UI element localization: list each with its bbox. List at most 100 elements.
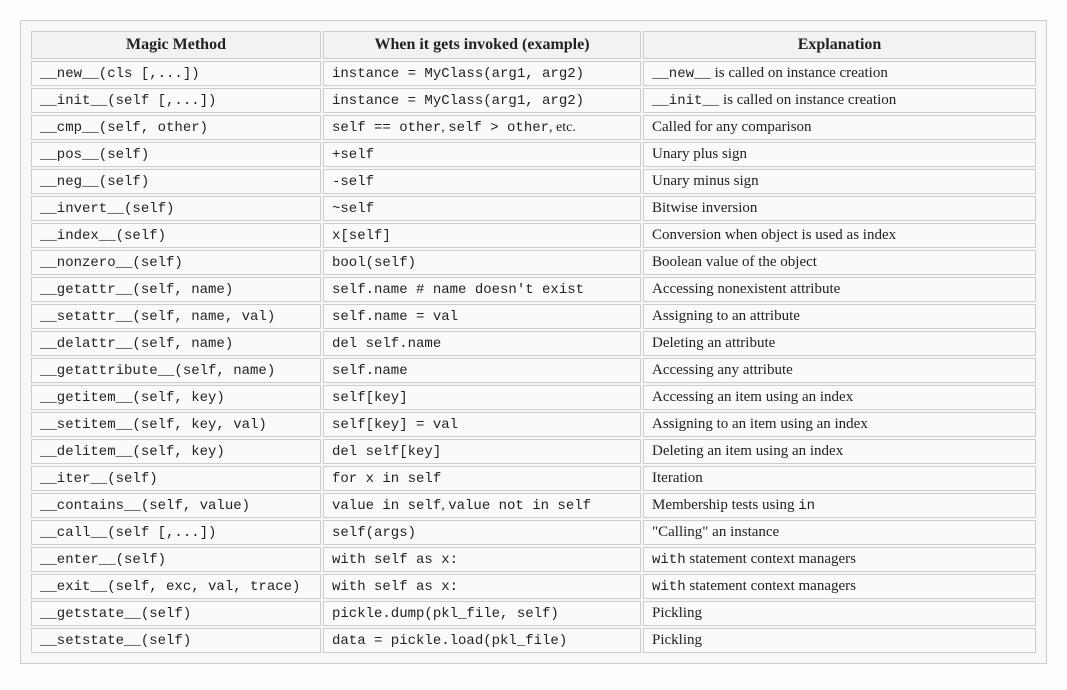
method-cell: __getattr__(self, name) [31, 277, 321, 302]
explain-cell: "Calling" an instance [643, 520, 1036, 545]
method-cell: __iter__(self) [31, 466, 321, 491]
table-row: __getitem__(self, key)self[key]Accessing… [31, 385, 1036, 410]
method-cell: __setitem__(self, key, val) [31, 412, 321, 437]
invoked-cell: self.name = val [323, 304, 641, 329]
inline-text: Assigning to an attribute [652, 308, 800, 324]
inline-code: del self[key] [332, 444, 441, 460]
invoked-cell: pickle.dump(pkl_file, self) [323, 601, 641, 626]
inline-text: Deleting an attribute [652, 335, 775, 351]
table-row: __contains__(self, value)value in self, … [31, 493, 1036, 518]
invoked-cell: self == other, self > other, etc. [323, 115, 641, 140]
inline-code: instance = MyClass(arg1, arg2) [332, 66, 584, 82]
method-cell: __setattr__(self, name, val) [31, 304, 321, 329]
inline-text: Deleting an item using an index [652, 443, 843, 459]
inline-text: Bitwise inversion [652, 200, 757, 216]
inline-code: bool(self) [332, 255, 416, 271]
inline-code: pickle.dump(pkl_file, self) [332, 606, 559, 622]
explain-cell: Boolean value of the object [643, 250, 1036, 275]
invoked-cell: instance = MyClass(arg1, arg2) [323, 88, 641, 113]
table-row: __setattr__(self, name, val) self.name = … [31, 304, 1036, 329]
inline-code: self[key] [332, 390, 408, 406]
inline-code: self > other [448, 120, 549, 136]
explain-cell: with statement context managers [643, 574, 1036, 599]
table-row: __neg__(self)-selfUnary minus sign [31, 169, 1036, 194]
explain-cell: Pickling [643, 628, 1036, 653]
table-row: __delattr__(self, name) del self.name Dele… [31, 331, 1036, 356]
invoked-cell: self[key] [323, 385, 641, 410]
inline-code: instance = MyClass(arg1, arg2) [332, 93, 584, 109]
method-cell: __init__(self [,...]) [31, 88, 321, 113]
inline-code: __init__ [652, 93, 719, 109]
inline-code: self[key] = val [332, 417, 458, 433]
table-row: __getattribute__(self, name)self.nameAcc… [31, 358, 1036, 383]
table-row: __getstate__(self) pickle.dump(pkl_file, … [31, 601, 1036, 626]
inline-code: in [798, 498, 815, 514]
inline-code: for x in self [332, 471, 441, 487]
inline-text: Unary minus sign [652, 173, 759, 189]
inline-text: is called on instance creation [719, 92, 896, 108]
explain-cell: with statement context managers [643, 547, 1036, 572]
explain-cell: Deleting an item using an index [643, 439, 1036, 464]
header-method: Magic Method [31, 31, 321, 59]
table-row: __getattr__(self, name) self.name # name … [31, 277, 1036, 302]
magic-methods-table: Magic Method When it gets invoked (examp… [29, 29, 1038, 655]
explain-cell: Accessing any attribute [643, 358, 1036, 383]
inline-text: Assigning to an item using an index [652, 416, 868, 432]
method-cell: __getitem__(self, key) [31, 385, 321, 410]
inline-code: __new__ [652, 66, 711, 82]
method-cell: __pos__(self) [31, 142, 321, 167]
inline-code: with [652, 552, 686, 568]
invoked-cell: self.name # name doesn't exist [323, 277, 641, 302]
explain-cell: __new__ is called on instance creation [643, 61, 1036, 86]
inline-code: with self as x: [332, 579, 458, 595]
inline-text: , etc. [549, 120, 576, 135]
explain-cell: Unary minus sign [643, 169, 1036, 194]
inline-code: ~self [332, 201, 374, 217]
inline-code: value not in self [448, 498, 591, 514]
invoked-cell: del self.name [323, 331, 641, 356]
invoked-cell: instance = MyClass(arg1, arg2) [323, 61, 641, 86]
table-row: __invert__(self) ~self Bitwise inversion [31, 196, 1036, 221]
explain-cell: Membership tests using in [643, 493, 1036, 518]
inline-code: self.name = val [332, 309, 458, 325]
explain-cell: Called for any comparison [643, 115, 1036, 140]
inline-text: Accessing nonexistent attribute [652, 281, 840, 297]
inline-text: statement context managers [686, 551, 856, 567]
table-row: __setstate__(self)data = pickle.load(pkl… [31, 628, 1036, 653]
invoked-cell: self.name [323, 358, 641, 383]
invoked-cell: x[self] [323, 223, 641, 248]
inline-text: Unary plus sign [652, 146, 747, 162]
invoked-cell: with self as x: [323, 574, 641, 599]
inline-code: +self [332, 147, 374, 163]
inline-text: Pickling [652, 632, 702, 648]
table-row: __enter__(self)with self as x:with state… [31, 547, 1036, 572]
inline-code: self == other [332, 120, 441, 136]
explain-cell: Assigning to an item using an index [643, 412, 1036, 437]
inline-code: data = pickle.load(pkl_file) [332, 633, 567, 649]
inline-text: Conversion when object is used as index [652, 227, 896, 243]
inline-code: self.name # name doesn't exist [332, 282, 584, 298]
method-cell: __getattribute__(self, name) [31, 358, 321, 383]
invoked-cell: self[key] = val [323, 412, 641, 437]
table-row: __cmp__(self, other)self == other, self … [31, 115, 1036, 140]
table-row: __pos__(self) +self Unary plus sign [31, 142, 1036, 167]
inline-text: Membership tests using [652, 497, 798, 513]
method-cell: __getstate__(self) [31, 601, 321, 626]
inline-code: x[self] [332, 228, 391, 244]
method-cell: __delattr__(self, name) [31, 331, 321, 356]
invoked-cell: value in self, value not in self [323, 493, 641, 518]
explain-cell: Deleting an attribute [643, 331, 1036, 356]
method-cell: __cmp__(self, other) [31, 115, 321, 140]
invoked-cell: +self [323, 142, 641, 167]
invoked-cell: ~self [323, 196, 641, 221]
table-row: __setitem__(self, key, val) self[key] = v… [31, 412, 1036, 437]
inline-text: Called for any comparison [652, 119, 812, 135]
table-row: __exit__(self, exc, val, trace)with self… [31, 574, 1036, 599]
inline-code: value in self [332, 498, 441, 514]
inline-code: del self.name [332, 336, 441, 352]
inline-text: statement context managers [686, 578, 856, 594]
header-explain: Explanation [643, 31, 1036, 59]
invoked-cell: data = pickle.load(pkl_file) [323, 628, 641, 653]
method-cell: __invert__(self) [31, 196, 321, 221]
table-row: __iter__(self)for x in selfIteration [31, 466, 1036, 491]
